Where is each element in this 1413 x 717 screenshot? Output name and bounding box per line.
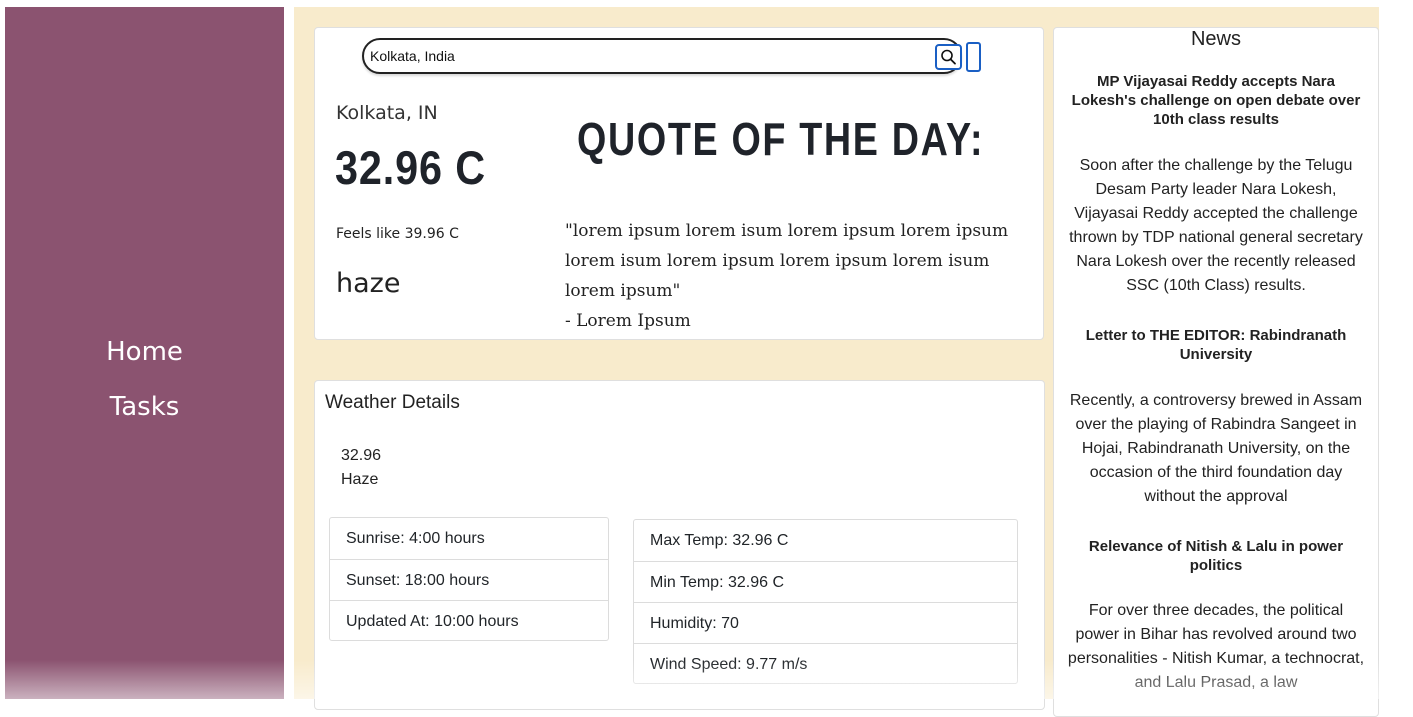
list-item-max-temp: Max Temp: 32.96 C <box>650 532 789 549</box>
news-article-body: Soon after the challenge by the Telugu D… <box>1069 157 1363 294</box>
news-article-body: For over three decades, the political po… <box>1067 602 1365 691</box>
news-article-title[interactable]: Letter to THE EDITOR: Rabindranath Unive… <box>1066 326 1366 364</box>
menu-button[interactable] <box>966 42 981 72</box>
details-condition: Haze <box>341 471 379 488</box>
sidebar-item-tasks[interactable]: Tasks <box>5 392 284 422</box>
news-heading: News <box>1190 28 1241 50</box>
list-item-min-temp: Min Temp: 32.96 C <box>634 561 1017 602</box>
search-icon <box>941 49 956 65</box>
list-item-sunset: Sunset: 18:00 hours <box>330 559 608 600</box>
quote-text: "lorem ipsum lorem isum lorem ipsum lore… <box>565 221 1009 301</box>
sidebar-item-home[interactable]: Home <box>5 337 284 367</box>
news-article-title[interactable]: Relevance of Nitish & Lalu in power poli… <box>1066 537 1366 575</box>
list-item-sunrise: Sunrise: 4:00 hours <box>346 530 485 547</box>
list-item-updated-at: Updated At: 10:00 hours <box>330 600 608 641</box>
quote-author: - Lorem Ipsum <box>565 311 691 331</box>
feels-like: Feels like 39.96 C <box>336 226 459 242</box>
search-bar <box>362 38 962 74</box>
temperature-stats-list: Max Temp: 32.96 C Min Temp: 32.96 C Humi… <box>633 519 1018 684</box>
details-temperature: 32.96 <box>341 447 382 464</box>
news-article-title[interactable]: MP Vijayasai Reddy accepts Nara Lokesh's… <box>1066 72 1366 129</box>
news-article-body: Recently, a controversy brewed in Assam … <box>1069 392 1363 505</box>
weather-details-title: Weather Details <box>325 392 460 413</box>
city-name: Kolkata, IN <box>336 102 438 124</box>
quote-block: "lorem ipsum lorem isum lorem ipsum lore… <box>565 216 1035 336</box>
current-temperature: 32.96 C <box>335 141 487 194</box>
list-item-humidity: Humidity: 70 <box>634 602 1017 643</box>
weather-condition: haze <box>336 268 401 299</box>
search-button[interactable] <box>935 44 962 70</box>
sun-times-list: Sunrise: 4:00 hours Sunset: 18:00 hours … <box>329 517 609 641</box>
quote-title: QUOTE OF THE DAY: <box>577 113 985 165</box>
list-item-wind-speed: Wind Speed: 9.77 m/s <box>634 643 1017 684</box>
search-input[interactable] <box>370 44 930 68</box>
sidebar: Home Tasks <box>5 7 284 699</box>
